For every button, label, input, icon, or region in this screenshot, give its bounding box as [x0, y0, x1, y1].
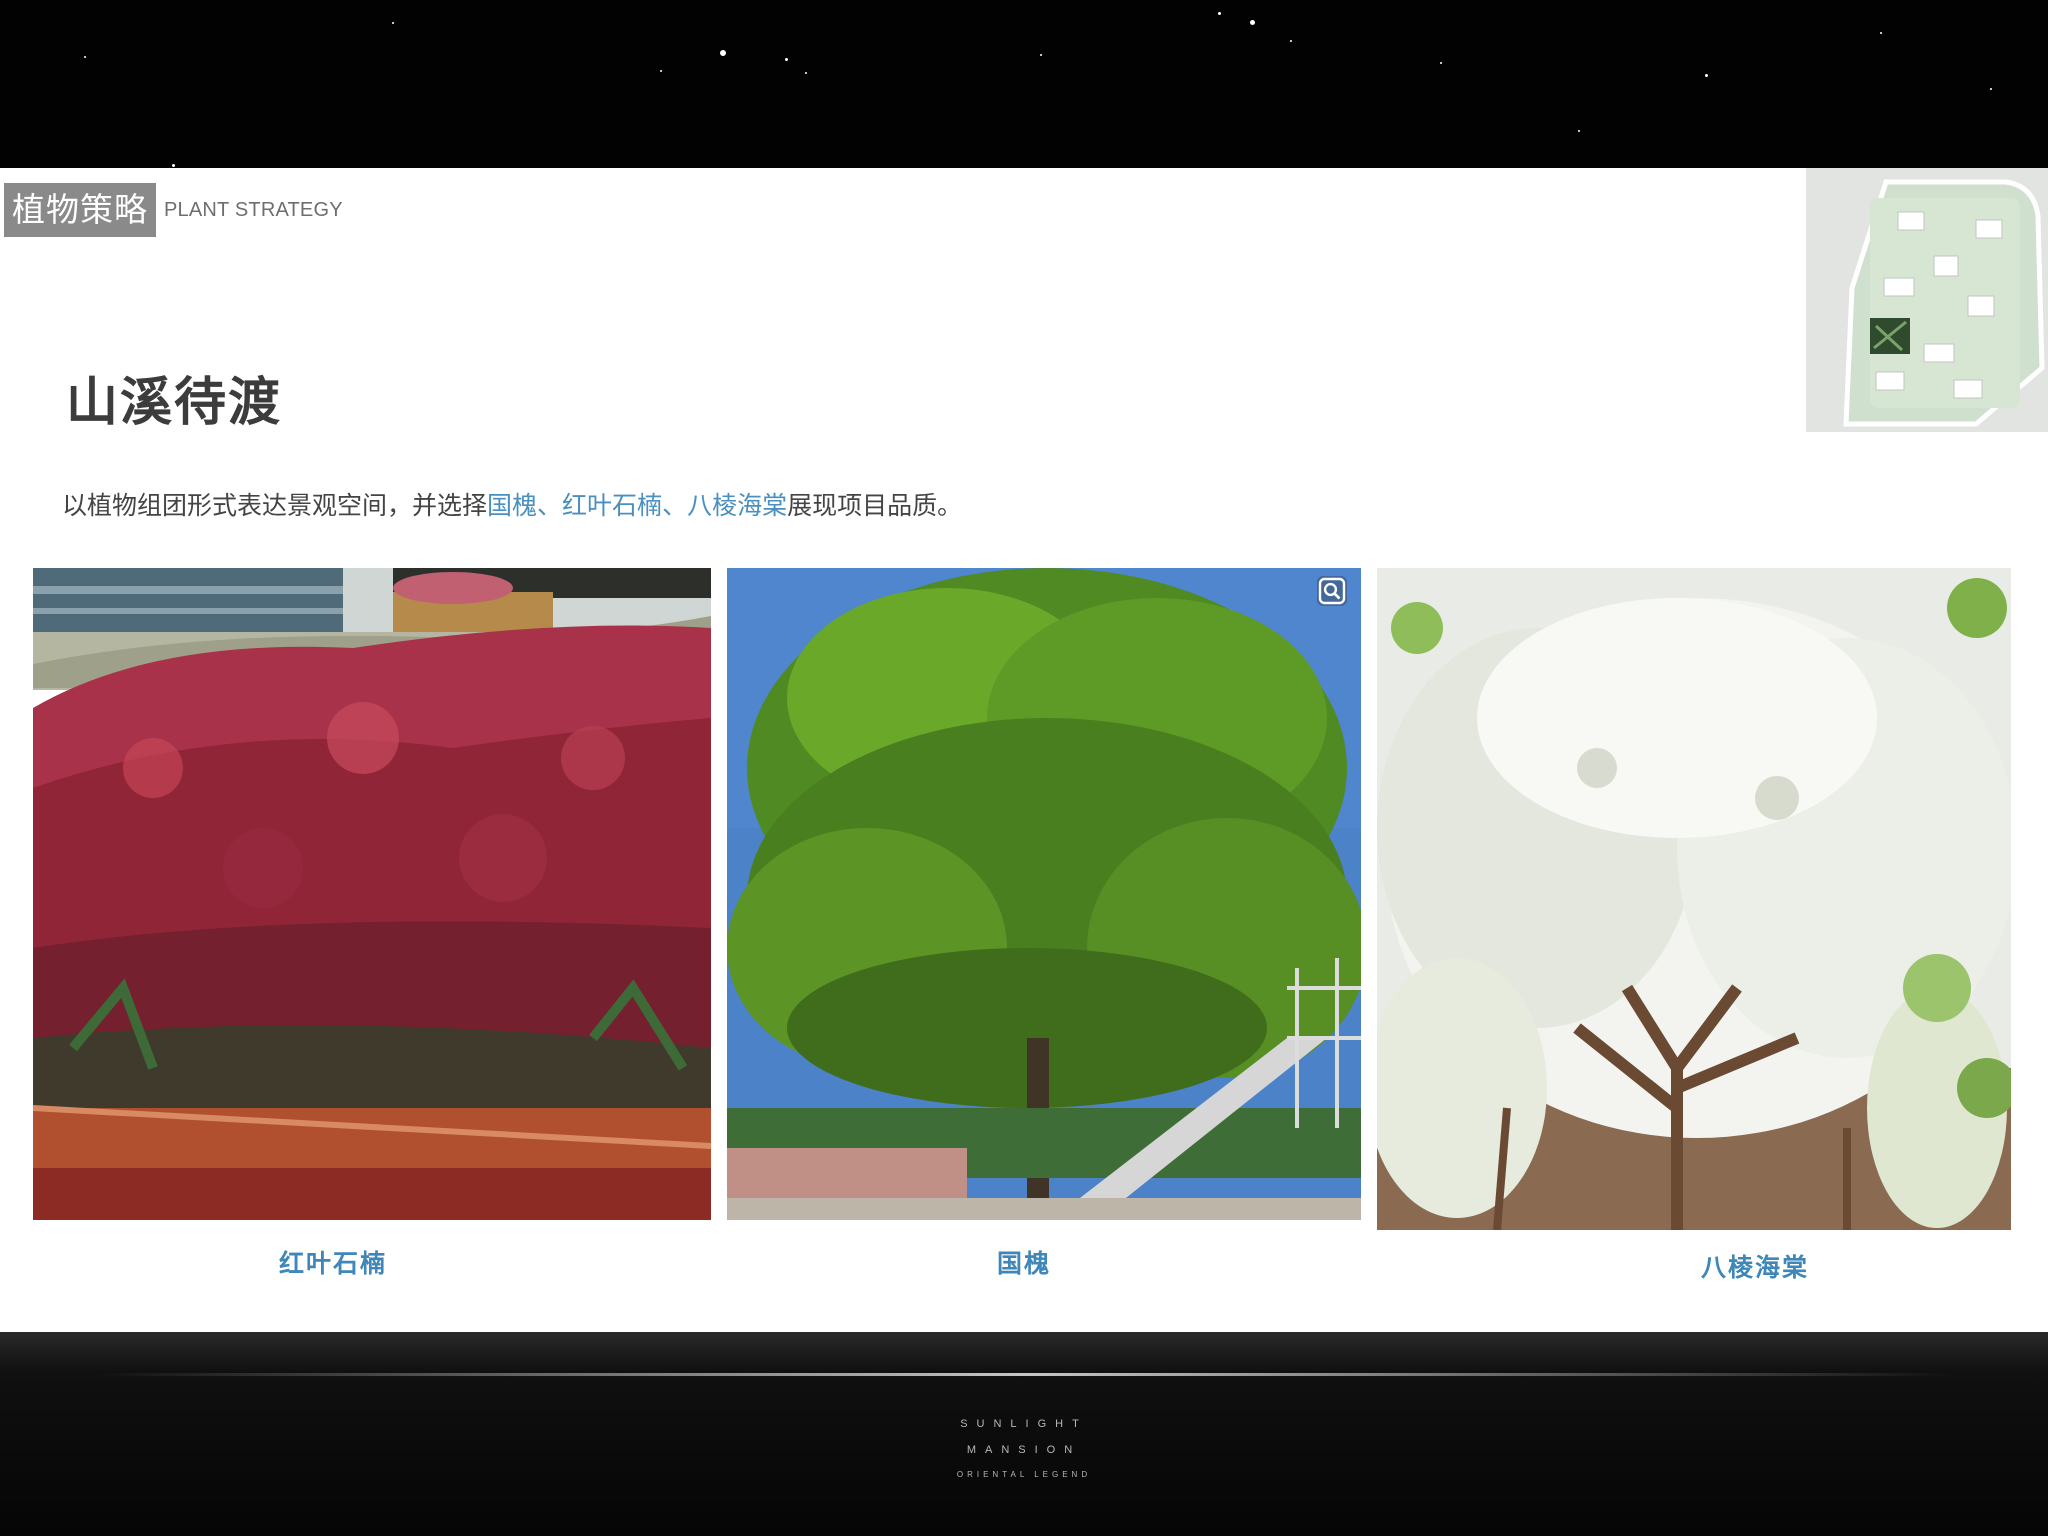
site-key-plan [1806, 168, 2048, 432]
star [660, 70, 662, 72]
content-page: 植物策略 PLANT STRATEGY 山溪待渡 以植物组团形式表达景观空间，并… [0, 168, 2048, 1332]
pagoda-tree-image [727, 568, 1361, 1220]
star [1578, 130, 1580, 132]
footer-band: SUNLIGHT MANSION ORIENTAL LEGEND [0, 1332, 2048, 1536]
page-title: 山溪待渡 [66, 373, 283, 433]
crabapple-caption: 八棱海棠 [1700, 1253, 1809, 1282]
brand-line-2: MANSION [966, 1444, 1082, 1456]
site-plan-graphic [1806, 168, 2048, 432]
star [392, 22, 394, 24]
intro-plant-2: 红叶石楠 [562, 491, 663, 520]
footer-divider [95, 1373, 1955, 1376]
intro-plant-3: 八棱海棠 [687, 491, 788, 520]
section-title-en: PLANT STRATEGY [164, 199, 343, 221]
star [84, 56, 86, 58]
star [1880, 32, 1882, 34]
photinia-photo [33, 568, 711, 1220]
pagoda-tree-photo [727, 568, 1361, 1220]
star [720, 50, 726, 56]
star [1218, 12, 1221, 15]
intro-prefix: 以植物组团形式表达景观空间，并选择 [62, 491, 488, 520]
pagoda-tree-caption: 国槐 [996, 1249, 1051, 1278]
brand-line-3: ORIENTAL LEGEND [956, 1470, 1092, 1479]
photinia-hedge-image [33, 568, 711, 1220]
photinia-caption: 红叶石楠 [278, 1249, 387, 1278]
intro-text: 以植物组团形式表达景观空间，并选择国槐、红叶石楠、八棱海棠展现项目品质。 [62, 486, 962, 522]
star [785, 58, 788, 61]
intro-suffix: 展现项目品质。 [787, 491, 963, 520]
zoom-icon[interactable] [1317, 576, 1347, 606]
star [1440, 62, 1442, 64]
brand-line-1: SUNLIGHT [960, 1418, 1088, 1430]
star [1705, 74, 1708, 77]
intro-separator: 、 [537, 491, 563, 520]
star [172, 164, 175, 167]
crabapple-blossom-image [1377, 568, 2011, 1230]
star [1290, 40, 1292, 42]
section-tag: 植物策略 PLANT STRATEGY [4, 183, 343, 237]
magnifier-icon [1318, 577, 1346, 605]
star [805, 72, 807, 74]
intro-separator: 、 [662, 491, 688, 520]
starfield-header-band [0, 0, 2048, 168]
star [1990, 88, 1992, 90]
star [1040, 54, 1042, 56]
section-title-cn: 植物策略 [4, 183, 156, 237]
intro-plant-1: 国槐 [487, 491, 538, 520]
crabapple-photo [1377, 568, 2011, 1230]
star [1250, 20, 1255, 25]
